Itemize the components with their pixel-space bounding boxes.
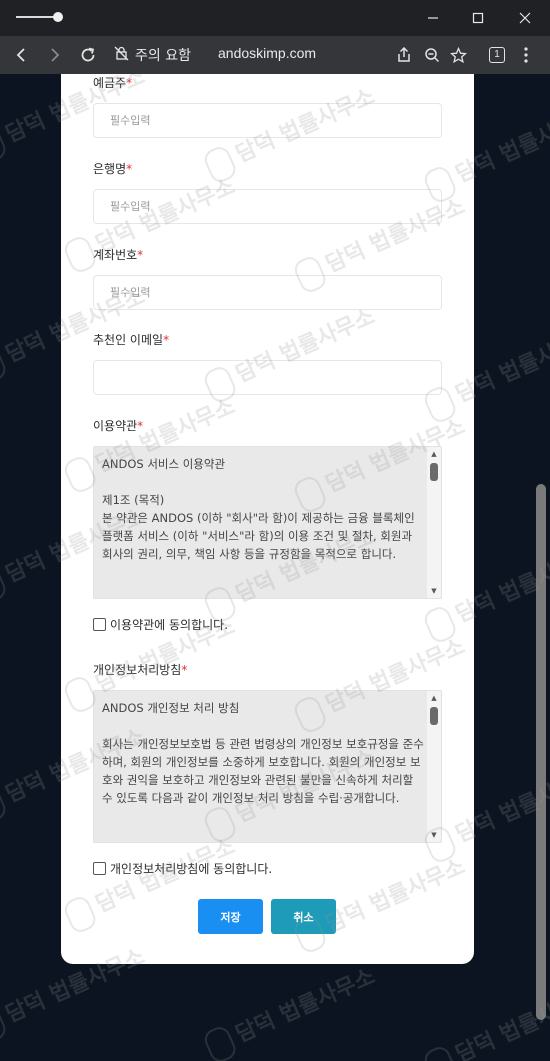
privacy-textarea[interactable]: ANDOS 개인정보 처리 방침 회사는 개인정보보호법 등 관련 법령상의 개… bbox=[93, 690, 442, 843]
browser-toolbar: 주의 요함 andoskimp.com 1 bbox=[0, 36, 550, 74]
referrer-email-input[interactable] bbox=[93, 360, 442, 395]
privacy-agree-row[interactable]: 개인정보처리방침에 동의합니다. bbox=[93, 860, 272, 877]
privacy-label: 개인정보처리방침* bbox=[93, 663, 188, 677]
tab-count-icon[interactable]: 1 bbox=[483, 41, 511, 69]
watermark-text: 담덕 법률사무소 bbox=[421, 979, 550, 1061]
terms-scrollbar[interactable]: ▲ ▼ bbox=[427, 447, 441, 598]
not-secure-icon bbox=[114, 46, 129, 65]
url-text[interactable]: andoskimp.com bbox=[218, 45, 316, 61]
bank-name-input[interactable]: 필수입력 bbox=[93, 189, 442, 224]
scroll-down-icon[interactable]: ▼ bbox=[429, 831, 439, 839]
terms-agree-checkbox[interactable] bbox=[93, 618, 106, 631]
reload-icon[interactable] bbox=[74, 41, 102, 69]
window-slider-track[interactable] bbox=[16, 16, 58, 18]
save-button[interactable]: 저장 bbox=[198, 899, 263, 934]
security-label: 주의 요함 bbox=[135, 48, 191, 64]
close-icon[interactable] bbox=[511, 4, 539, 32]
bookmark-star-icon[interactable] bbox=[444, 41, 472, 69]
terms-label: 이용약관* bbox=[93, 419, 144, 433]
depositor-label: 예금주* bbox=[93, 76, 133, 90]
more-menu-icon[interactable] bbox=[512, 41, 540, 69]
back-icon[interactable] bbox=[8, 41, 36, 69]
watermark-text: 담덕 법률사무소 bbox=[201, 959, 381, 1061]
window-title-bar bbox=[0, 0, 550, 36]
minimize-icon[interactable] bbox=[419, 4, 447, 32]
depositor-input[interactable]: 필수입력 bbox=[93, 103, 442, 138]
privacy-agree-checkbox[interactable] bbox=[93, 862, 106, 875]
page-scrollbar[interactable] bbox=[536, 484, 546, 1020]
terms-textarea[interactable]: ANDOS 서비스 이용약관 제1조 (목적) 본 약관은 ANDOS (이하 … bbox=[93, 446, 442, 599]
share-icon[interactable] bbox=[390, 41, 418, 69]
forward-icon[interactable] bbox=[40, 41, 68, 69]
zoom-out-icon[interactable] bbox=[418, 41, 446, 69]
account-number-input[interactable]: 필수입력 bbox=[93, 275, 442, 310]
terms-agree-label: 이용약관에 동의합니다. bbox=[110, 618, 229, 632]
tab-count: 1 bbox=[489, 47, 505, 63]
signup-modal: 예금주* 필수입력 은행명* 필수입력 계좌번호* 필수입력 추천인 이메일* … bbox=[61, 74, 474, 964]
scroll-down-icon[interactable]: ▼ bbox=[429, 587, 439, 595]
referrer-email-label: 추천인 이메일* bbox=[93, 333, 170, 347]
cancel-button[interactable]: 취소 bbox=[271, 899, 336, 934]
account-number-label: 계좌번호* bbox=[93, 248, 144, 262]
scroll-up-icon[interactable]: ▲ bbox=[429, 694, 439, 702]
terms-agree-row[interactable]: 이용약관에 동의합니다. bbox=[93, 616, 228, 633]
privacy-scrollbar[interactable]: ▲ ▼ bbox=[427, 691, 441, 842]
window-slider-knob[interactable] bbox=[53, 12, 63, 22]
privacy-agree-label: 개인정보처리방침에 동의합니다. bbox=[110, 862, 273, 876]
site-info-button[interactable]: 주의 요함 bbox=[114, 44, 191, 66]
page-viewport: 예금주* 필수입력 은행명* 필수입력 계좌번호* 필수입력 추천인 이메일* … bbox=[0, 74, 550, 1061]
maximize-icon[interactable] bbox=[464, 4, 492, 32]
privacy-text: ANDOS 개인정보 처리 방침 회사는 개인정보보호법 등 관련 법령상의 개… bbox=[102, 701, 424, 805]
scroll-up-icon[interactable]: ▲ bbox=[429, 450, 439, 458]
privacy-scroll-thumb[interactable] bbox=[430, 707, 438, 725]
terms-text: ANDOS 서비스 이용약관 제1조 (목적) 본 약관은 ANDOS (이하 … bbox=[102, 457, 415, 561]
terms-scroll-thumb[interactable] bbox=[430, 463, 438, 481]
bank-name-label: 은행명* bbox=[93, 162, 133, 176]
